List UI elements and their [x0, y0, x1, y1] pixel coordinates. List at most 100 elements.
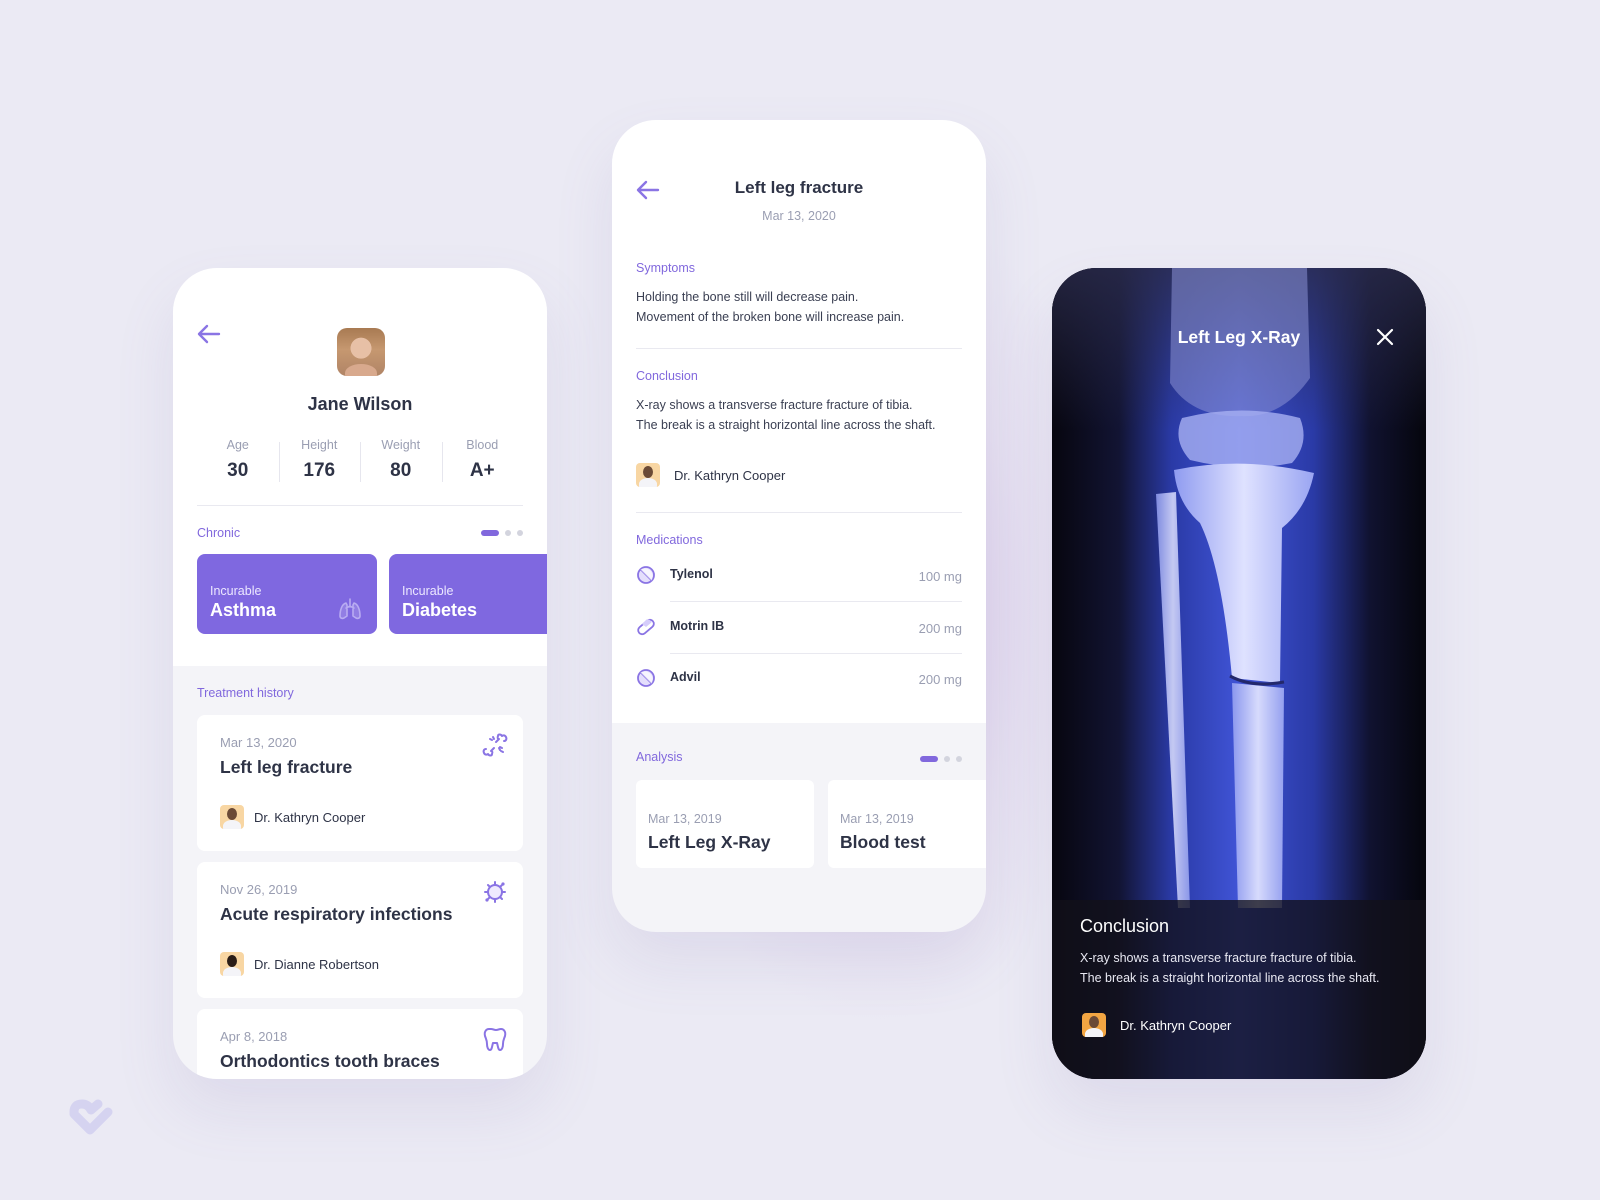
capsule-icon — [637, 618, 655, 636]
stat-label: Age — [226, 438, 249, 452]
medication-dose: 200 mg — [918, 672, 962, 687]
analysis-label: Analysis — [636, 750, 683, 764]
patient-profile-screen: Jane Wilson Age 30 Height 176 Weight 80 … — [173, 268, 547, 1079]
tablet-icon — [637, 566, 655, 584]
detail-date: Mar 13, 2020 — [762, 209, 836, 223]
analysis-pager[interactable] — [920, 756, 962, 762]
doctor-avatar — [636, 463, 660, 487]
chronic-card-subtitle: Incurable — [402, 584, 454, 598]
doctor-avatar — [1082, 1013, 1106, 1037]
stat-weight: Weight 80 — [360, 438, 442, 482]
medications-section: Medications — [636, 533, 962, 547]
analysis-card[interactable]: Mar 13, 2019 Left Leg X-Ray — [636, 780, 814, 868]
chronic-card-diabetes[interactable]: Incurable Diabetes — [389, 554, 547, 634]
patient-stats: Age 30 Height 176 Weight 80 Blood A+ — [197, 438, 523, 482]
doctor-avatar — [220, 952, 244, 976]
divider — [636, 348, 962, 349]
treatment-title: Left leg fracture — [220, 757, 353, 777]
conclusion-line: The break is a straight horizontal line … — [636, 418, 936, 432]
heart-check-logo-icon — [69, 1099, 113, 1135]
doctor-name: Dr. Dianne Robertson — [254, 956, 380, 972]
chronic-card-asthma[interactable]: Incurable Asthma — [197, 554, 377, 634]
patient-avatar — [337, 328, 385, 376]
treatment-card[interactable]: Nov 26, 2019 Acute respiratory infection… — [197, 862, 523, 998]
stat-blood: Blood A+ — [441, 438, 524, 482]
treatment-card[interactable]: Mar 13, 2020 Left leg fracture Dr. Kathr… — [197, 715, 523, 851]
conclusion-line: The break is a straight horizontal line … — [1080, 971, 1380, 985]
treatment-history-label: Treatment history — [197, 686, 294, 700]
medication-dose: 200 mg — [918, 621, 962, 636]
chronic-pager[interactable] — [481, 530, 523, 536]
medication-row[interactable]: Tylenol 100 mg — [636, 552, 962, 602]
detail-content: Left leg fracture Mar 13, 2020 Symptoms … — [612, 120, 986, 723]
stat-label: Height — [301, 438, 338, 452]
close-icon[interactable] — [1374, 326, 1396, 348]
chronic-card-subtitle: Incurable — [210, 584, 262, 598]
analysis-title: Blood test — [840, 832, 926, 852]
virus-icon — [484, 881, 506, 903]
chronic-cards-carousel[interactable]: Incurable Asthma Incurable Diabetes — [197, 554, 547, 634]
pager-dot-active[interactable] — [920, 756, 938, 762]
divider — [670, 653, 962, 654]
stat-value: 80 — [390, 460, 412, 481]
xray-viewer-screen: Left Leg X-Ray Conclusion X-ray shows a … — [1052, 268, 1426, 1079]
treatment-date: Nov 26, 2019 — [220, 882, 298, 897]
detail-title: Left leg fracture — [734, 178, 864, 197]
tablet-icon — [637, 669, 655, 687]
conclusion-line: X-ray shows a transverse fracture fractu… — [636, 398, 913, 412]
xray-conclusion-panel: Conclusion X-ray shows a transverse frac… — [1052, 900, 1426, 1079]
analysis-date: Mar 13, 2019 — [648, 812, 722, 826]
doctor-name: Dr. Kathryn Cooper — [1120, 1017, 1232, 1033]
doctor-name: Dr. Kathryn Cooper — [674, 467, 786, 483]
analysis-card[interactable]: Mar 13, 2019 Blood test — [828, 780, 986, 868]
treatment-title: Orthodontics tooth braces — [220, 1051, 440, 1071]
pager-dot[interactable] — [944, 756, 950, 762]
analysis-title: Left Leg X-Ray — [648, 832, 771, 852]
symptom-line: Movement of the broken bone will increas… — [636, 310, 905, 324]
treatment-date: Mar 13, 2020 — [220, 735, 297, 750]
stat-height: Height 176 — [278, 438, 361, 482]
medication-name: Advil — [670, 670, 701, 684]
chronic-card-title: Asthma — [210, 600, 277, 620]
pager-dot-active[interactable] — [481, 530, 499, 536]
medication-row[interactable]: Motrin IB 200 mg — [636, 604, 962, 654]
patient-name: Jane Wilson — [307, 394, 413, 414]
treatment-card[interactable]: Apr 8, 2018 Orthodontics tooth braces — [197, 1009, 523, 1079]
stat-age: Age 30 — [197, 438, 279, 482]
divider — [197, 505, 523, 506]
conclusion-label: Conclusion — [636, 369, 698, 383]
symptoms-label: Symptoms — [636, 261, 696, 275]
conclusion-text: X-ray shows a transverse fracture fractu… — [636, 395, 962, 435]
stat-value: 176 — [303, 460, 336, 481]
stat-value: 30 — [227, 460, 249, 481]
medication-name: Tylenol — [670, 567, 713, 581]
lungs-icon — [339, 598, 361, 620]
medication-dose: 100 mg — [918, 569, 962, 584]
conclusion-line: X-ray shows a transverse fracture fractu… — [1080, 951, 1357, 965]
pager-dot[interactable] — [517, 530, 523, 536]
stat-label: Blood — [466, 438, 499, 452]
xray-doctor[interactable]: Dr. Kathryn Cooper — [1082, 1013, 1231, 1037]
chronic-card-title: Diabetes — [402, 600, 478, 620]
xray-conclusion-text: X-ray shows a transverse fracture fractu… — [1080, 948, 1379, 988]
medication-row[interactable]: Advil 200 mg — [636, 655, 962, 705]
stat-value: A+ — [469, 460, 495, 481]
conclusion-section: Conclusion X-ray shows a transverse frac… — [636, 369, 962, 487]
treatment-detail-screen: Left leg fracture Mar 13, 2020 Symptoms … — [612, 120, 986, 932]
symptoms-section: Symptoms Holding the bone still will dec… — [636, 261, 962, 327]
back-arrow-icon[interactable] — [197, 324, 221, 344]
xray-title: Left Leg X-Ray — [1177, 327, 1301, 347]
pager-dot[interactable] — [956, 756, 962, 762]
stat-label: Weight — [381, 438, 421, 452]
treatment-doctor[interactable]: Dr. Kathryn Cooper — [220, 805, 365, 829]
treatment-doctor[interactable]: Dr. Dianne Robertson — [220, 952, 379, 976]
analysis-date: Mar 13, 2019 — [840, 812, 914, 826]
treatment-title: Acute respiratory infections — [220, 904, 453, 924]
tooth-icon — [483, 1028, 507, 1051]
conclusion-doctor[interactable]: Dr. Kathryn Cooper — [636, 463, 785, 487]
medication-name: Motrin IB — [670, 619, 725, 633]
divider — [670, 601, 962, 602]
doctor-avatar — [220, 805, 244, 829]
pager-dot[interactable] — [505, 530, 511, 536]
broken-bone-icon — [482, 733, 508, 757]
